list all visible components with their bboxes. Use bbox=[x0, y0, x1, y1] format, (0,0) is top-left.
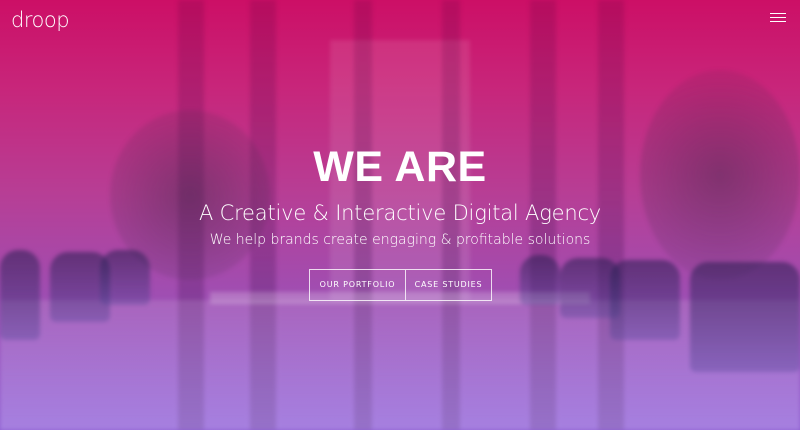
hero-section: droop WE ARE A Creative & Interactive Di… bbox=[0, 0, 800, 430]
hero-subheadline: A Creative & Interactive Digital Agency bbox=[198, 201, 602, 225]
hero-headline: WE ARE bbox=[313, 143, 487, 191]
brand-logo[interactable]: droop bbox=[11, 8, 70, 32]
our-portfolio-button[interactable]: OUR PORTFOLIO bbox=[310, 270, 406, 300]
cta-button-group: OUR PORTFOLIO CASE STUDIES bbox=[309, 269, 492, 301]
case-studies-button[interactable]: CASE STUDIES bbox=[406, 270, 491, 300]
hero-tagline: We help brands create engaging & profita… bbox=[209, 232, 591, 248]
hamburger-menu-icon[interactable] bbox=[770, 13, 786, 24]
